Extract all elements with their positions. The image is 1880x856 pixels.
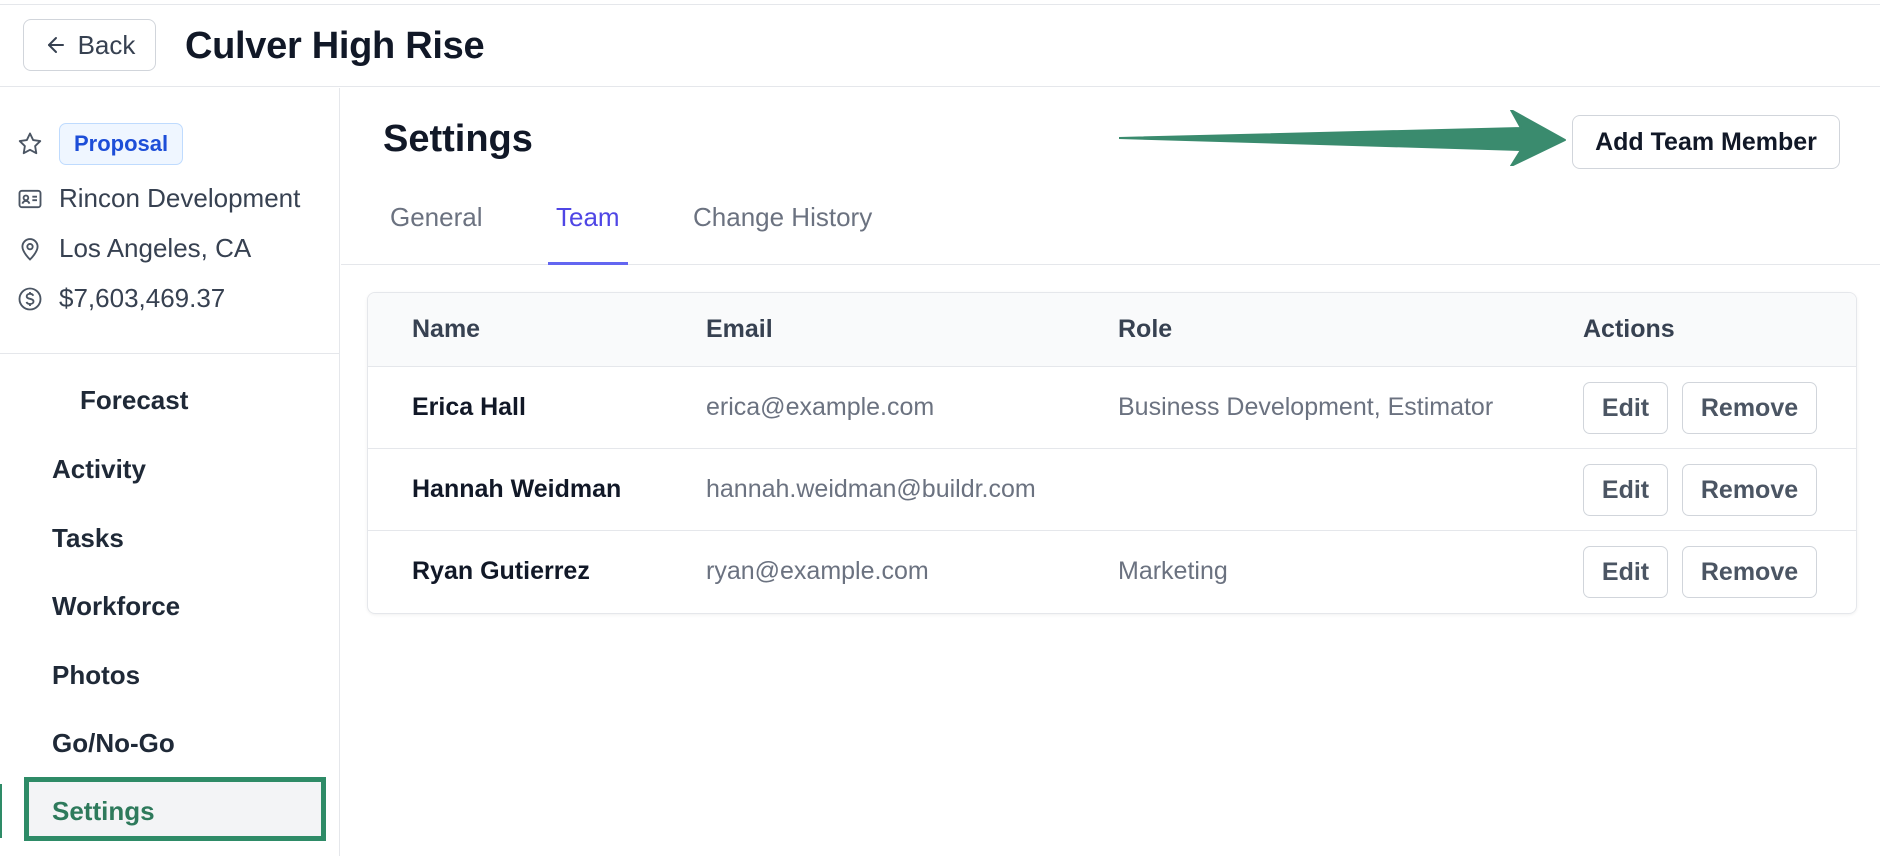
status-badge: Proposal — [59, 123, 184, 165]
project-title: Culver High Rise — [185, 25, 485, 67]
sidebar: Proposal Rincon Development Los Angeles,… — [0, 88, 340, 856]
member-name: Hannah Weidman — [412, 475, 622, 503]
sidebar-divider — [0, 353, 340, 354]
table-row: Ryan Gutierrez ryan@example.com Marketin… — [368, 531, 1856, 613]
sidebar-item-workforce[interactable]: Workforce — [52, 591, 180, 622]
tab-bar: General Team Change History — [341, 188, 1880, 265]
page-header: Back Culver High Rise — [0, 5, 1880, 87]
member-role: Business Development, Estimator — [1118, 393, 1494, 421]
star-icon[interactable] — [16, 130, 44, 158]
add-team-member-button[interactable]: Add Team Member — [1572, 115, 1840, 169]
table-row: Erica Hall erica@example.com Business De… — [368, 367, 1856, 449]
tab-team[interactable]: Team — [548, 202, 628, 265]
sidebar-item-tasks[interactable]: Tasks — [52, 523, 124, 554]
sidebar-item-forecast[interactable]: Forecast — [80, 385, 188, 416]
sidebar-item-activity[interactable]: Activity — [52, 454, 146, 485]
active-indicator — [0, 784, 2, 838]
member-email: ryan@example.com — [706, 557, 929, 585]
remove-button[interactable]: Remove — [1682, 464, 1817, 516]
sidebar-item-go-no-go[interactable]: Go/No-Go — [52, 728, 175, 759]
annotation-arrow — [1119, 110, 1566, 166]
edit-button[interactable]: Edit — [1583, 546, 1668, 598]
tab-general[interactable]: General — [382, 202, 491, 265]
member-name: Ryan Gutierrez — [412, 557, 590, 585]
edit-button[interactable]: Edit — [1583, 464, 1668, 516]
location: Los Angeles, CA — [59, 233, 252, 263]
member-role: Marketing — [1118, 557, 1228, 585]
main-content: Settings Add Team Member General Team Ch… — [341, 88, 1880, 856]
remove-button[interactable]: Remove — [1682, 382, 1817, 434]
map-pin-icon — [21, 238, 39, 261]
member-email: erica@example.com — [706, 393, 935, 421]
edit-button[interactable]: Edit — [1583, 382, 1668, 434]
id-card-icon — [18, 189, 42, 209]
column-header-actions: Actions — [1583, 315, 1675, 343]
team-table: Name Email Role Actions Erica Hall erica… — [367, 292, 1857, 614]
column-header-role: Role — [1118, 315, 1173, 343]
member-name: Erica Hall — [412, 393, 526, 421]
member-email: hannah.weidman@buildr.com — [706, 475, 1036, 503]
amount: $7,603,469.37 — [59, 283, 226, 313]
page-title: Settings — [383, 118, 533, 160]
column-header-email: Email — [706, 315, 773, 343]
arrow-left-icon — [47, 37, 64, 53]
table-row: Hannah Weidman hannah.weidman@buildr.com… — [368, 449, 1856, 531]
sidebar-item-settings[interactable]: Settings — [24, 777, 326, 841]
back-button[interactable]: Back — [23, 19, 156, 71]
back-label: Back — [77, 29, 136, 60]
company-name: Rincon Development — [59, 183, 301, 213]
dollar-circle-icon — [18, 287, 42, 311]
tab-change-history[interactable]: Change History — [685, 202, 880, 265]
sidebar-item-label: Settings — [52, 796, 155, 826]
remove-button[interactable]: Remove — [1682, 546, 1817, 598]
sidebar-item-photos[interactable]: Photos — [52, 660, 140, 691]
column-header-name: Name — [412, 315, 481, 343]
table-header: Name Email Role Actions — [368, 293, 1856, 367]
